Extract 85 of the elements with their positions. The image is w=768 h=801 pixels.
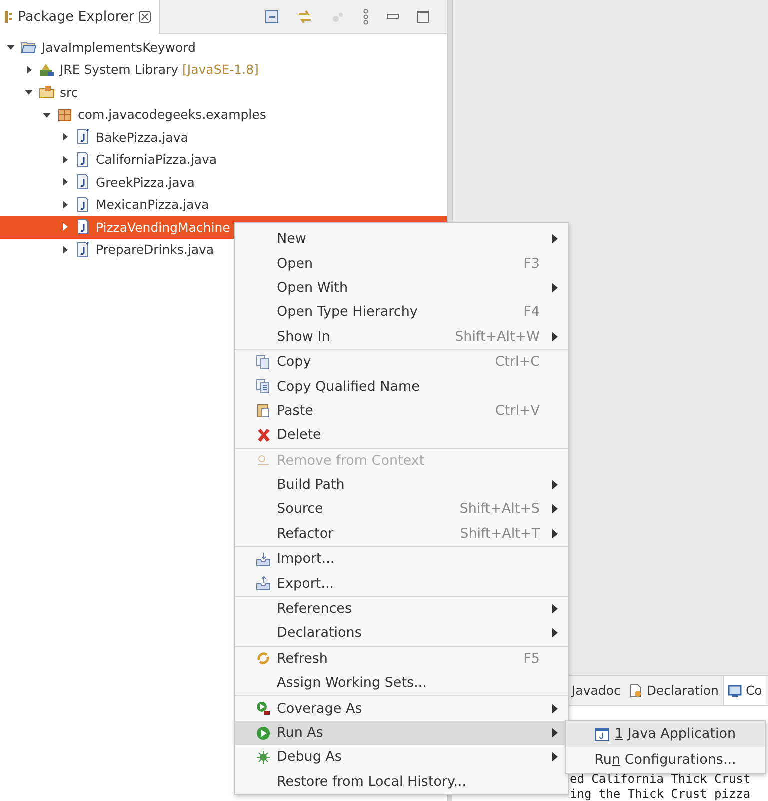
menu-item[interactable]: 1 Java Application — [566, 721, 765, 747]
collapse-all-icon[interactable] — [265, 10, 279, 24]
java-file-icon — [75, 129, 91, 146]
tree-item-label: BakePizza.java — [96, 130, 188, 145]
java-file-icon — [75, 196, 91, 213]
menu-item[interactable]: Refresh F5 — [235, 646, 568, 672]
copy-icon — [256, 354, 271, 370]
tree-item[interactable]: com.javacodegeeks.examples — [0, 104, 447, 126]
java-file-icon — [75, 174, 91, 190]
tree-item-label: src — [60, 84, 78, 100]
menu-item[interactable]: Export... — [235, 571, 568, 596]
expand-arrow-icon[interactable] — [60, 177, 70, 188]
menu-item[interactable]: Refactor Shift+Alt+T — [235, 522, 568, 546]
java-file-icon — [75, 242, 91, 258]
menu-item[interactable]: Open F3 — [235, 251, 568, 276]
menu-item[interactable]: Build Path — [235, 472, 568, 498]
run-icon — [256, 726, 271, 740]
menu-item[interactable]: Debug As — [235, 745, 568, 770]
collapse-arrow-icon[interactable] — [6, 42, 16, 52]
tree-item[interactable]: JavaImplementsKeyword — [0, 36, 447, 58]
tree-item-label: CaliforniaPizza.java — [96, 152, 218, 168]
tree-item-label: PrepareDrinks.java — [96, 242, 214, 258]
expand-arrow-icon[interactable] — [60, 244, 70, 255]
copy-icon — [256, 379, 271, 394]
expand-arrow-icon[interactable] — [24, 64, 34, 75]
expand-arrow-icon[interactable] — [60, 200, 70, 210]
console-line: ing the Thick Crust pizza — [570, 786, 752, 801]
package-icon — [57, 106, 73, 123]
library-icon — [39, 62, 55, 78]
java-file-icon — [75, 152, 91, 168]
package-explorer-icon — [5, 10, 13, 24]
application-window-icon — [594, 728, 609, 740]
menu-item[interactable]: Import... — [235, 547, 568, 572]
java-file-icon — [75, 219, 91, 236]
bug-icon — [256, 750, 271, 765]
menu-item[interactable]: Copy Qualified Name — [235, 374, 568, 399]
tree-item[interactable]: src — [0, 81, 447, 104]
tree-item-label: JRE System Library — [60, 62, 179, 78]
library-version: [JavaSE-1.8] — [182, 62, 259, 78]
expand-arrow-icon[interactable] — [60, 154, 70, 165]
export-icon — [256, 576, 271, 592]
coverage-icon — [256, 701, 271, 716]
document-icon — [628, 684, 643, 698]
maximize-icon[interactable] — [417, 10, 429, 22]
tree-item-label: PizzaVendingMachine — [96, 220, 230, 235]
panel-tab[interactable]: Javadoc — [568, 676, 625, 705]
menu-item[interactable]: Run Configurations... — [566, 747, 765, 773]
package-explorer-tab[interactable]: Package Explorer — [0, 0, 160, 34]
refresh-icon — [256, 651, 271, 666]
menu-item[interactable]: Restore from Local History... — [235, 770, 568, 794]
tree-item[interactable]: BakePizza.java — [0, 126, 447, 148]
import-icon — [256, 552, 271, 567]
menu-item[interactable]: References — [235, 596, 568, 622]
tab-title: Package Explorer — [18, 9, 134, 25]
menu-item[interactable]: Assign Working Sets... — [235, 671, 568, 696]
paste-icon — [256, 403, 271, 418]
menu-item[interactable]: Declarations — [235, 621, 568, 646]
close-icon[interactable] — [139, 11, 152, 23]
tree-item[interactable]: CaliforniaPizza.java — [0, 148, 447, 171]
minimize-icon[interactable] — [387, 14, 399, 20]
source-folder-icon — [39, 84, 55, 100]
tree-item-label: MexicanPizza.java — [96, 197, 210, 212]
tree-item-label: JavaImplementsKeyword — [42, 40, 196, 55]
view-menu-icon[interactable] — [363, 8, 369, 24]
menu-item[interactable]: Open With — [235, 276, 568, 300]
menu-item[interactable]: Copy Ctrl+C — [235, 350, 568, 374]
menu-item[interactable]: Delete — [235, 423, 568, 448]
menu-item[interactable]: Run As — [235, 720, 568, 746]
tree-item[interactable]: MexicanPizza.java — [0, 194, 447, 216]
menu-item[interactable]: Coverage As — [235, 696, 568, 721]
panel-tab[interactable]: Co — [722, 676, 766, 705]
collapse-arrow-icon[interactable] — [24, 87, 34, 98]
menu-item[interactable]: Open Type Hierarchy F4 — [235, 300, 568, 325]
monitor-icon — [728, 684, 742, 698]
tree-item-label: GreekPizza.java — [96, 174, 195, 190]
delete-icon — [256, 428, 271, 443]
tree-item[interactable]: GreekPizza.java — [0, 171, 447, 194]
tree-item[interactable]: JRE System Library [JavaSE-1.8] — [0, 58, 447, 81]
expand-arrow-icon[interactable] — [60, 132, 70, 142]
tree-item-label: com.javacodegeeks.examples — [78, 107, 266, 122]
panel-tab[interactable]: Declaration — [624, 676, 723, 705]
console-line: ed California Thick Crust — [570, 772, 752, 786]
menu-item[interactable]: Paste Ctrl+V — [235, 398, 568, 424]
menu-item[interactable]: Show In Shift+Alt+W — [235, 324, 568, 349]
menu-item[interactable]: Source Shift+Alt+S — [235, 497, 568, 522]
